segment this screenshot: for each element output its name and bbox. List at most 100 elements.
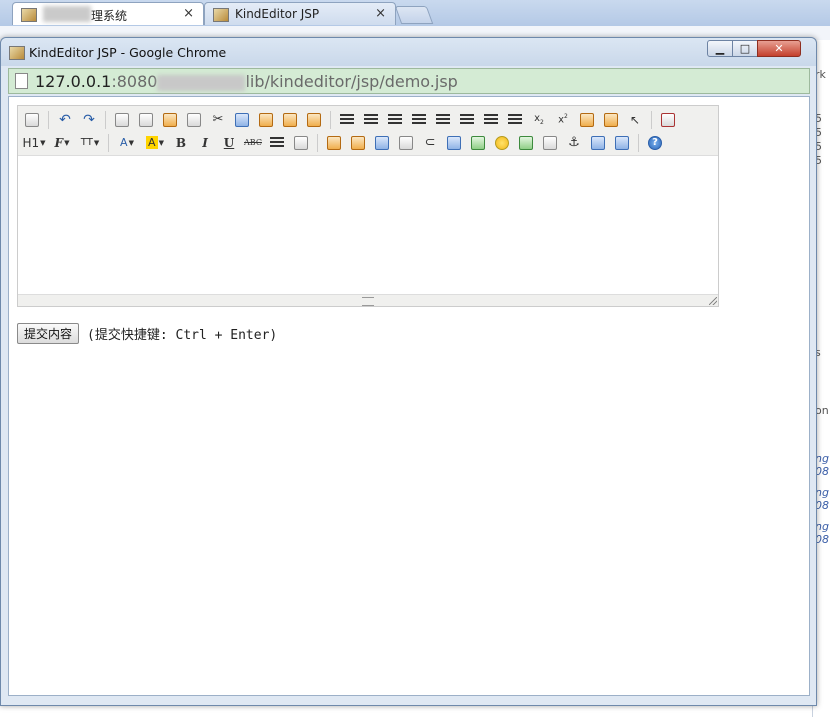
- subscript-icon[interactable]: x2: [529, 110, 549, 130]
- url-port: :8080: [111, 72, 158, 91]
- removeformat-icon[interactable]: [291, 133, 311, 153]
- toolbar-separator: [638, 133, 639, 152]
- maximize-button[interactable]: □: [732, 40, 758, 57]
- insertorderedlist-icon[interactable]: [433, 110, 453, 130]
- justifyfull-icon[interactable]: [409, 110, 429, 130]
- preview-icon[interactable]: [112, 110, 132, 130]
- fontsize-label: TT: [80, 137, 93, 148]
- italic-label: I: [202, 135, 208, 150]
- template-icon[interactable]: [160, 110, 180, 130]
- paste-icon[interactable]: [256, 110, 276, 130]
- toolbar-separator: [105, 110, 106, 129]
- page-fragment-link[interactable]: ng: [815, 520, 829, 533]
- media-icon[interactable]: [396, 133, 416, 153]
- bold-label: B: [175, 135, 187, 150]
- editor-content-area[interactable]: [18, 156, 718, 294]
- strikethrough-label: ABC: [244, 138, 262, 147]
- superscript-icon[interactable]: x2: [553, 110, 573, 130]
- italic-button[interactable]: I: [195, 133, 215, 153]
- resize-corner-icon[interactable]: [709, 297, 717, 305]
- editor-toolbar: ↶ ↷ ✂ x2 x2 ↖ H1 ▼ F ▼ TT ▼ A ▼ A ▼ B I …: [18, 106, 718, 156]
- background-tab-kindeditor[interactable]: KindEditor JSP ×: [204, 2, 396, 25]
- undo-icon[interactable]: ↶: [55, 110, 75, 130]
- cut-icon[interactable]: ✂: [208, 110, 228, 130]
- source-icon[interactable]: [22, 110, 42, 130]
- chevron-down-icon: ▼: [64, 138, 70, 147]
- pagebreak-icon[interactable]: [540, 133, 560, 153]
- print-icon[interactable]: [136, 110, 156, 130]
- unlink-icon[interactable]: [612, 133, 632, 153]
- plainpaste-icon[interactable]: [280, 110, 300, 130]
- popup-window: KindEditor JSP - Google Chrome ▁ □ ✕ 127…: [0, 37, 817, 706]
- clearhtml-icon[interactable]: [577, 110, 597, 130]
- outdent-icon[interactable]: [505, 110, 525, 130]
- insertfile-icon[interactable]: ⊂: [420, 133, 440, 153]
- submit-button[interactable]: 提交内容: [17, 322, 80, 344]
- quickformat-icon[interactable]: [601, 110, 621, 130]
- toolbar-separator: [48, 110, 49, 129]
- underline-label: U: [223, 135, 235, 150]
- justifycenter-icon[interactable]: [361, 110, 381, 130]
- new-tab-button[interactable]: [394, 6, 434, 24]
- page-fragment-link[interactable]: ng: [815, 486, 829, 499]
- submit-row: 提交内容 (提交快捷键: Ctrl + Enter): [17, 322, 277, 344]
- forecolor-label: A: [120, 136, 128, 149]
- background-tab-admin[interactable]: 理系统 ×: [12, 2, 204, 25]
- lineheight-icon[interactable]: [267, 133, 287, 153]
- forecolor-button[interactable]: A ▼: [115, 133, 139, 153]
- window-titlebar[interactable]: KindEditor JSP - Google Chrome ▁ □ ✕: [1, 38, 816, 66]
- anchor-icon[interactable]: ⚓: [564, 133, 584, 153]
- resize-grip-icon[interactable]: [362, 297, 374, 306]
- fontsize-button[interactable]: TT ▼: [78, 133, 102, 153]
- toolbar-row-1: ↶ ↷ ✂ x2 x2 ↖: [20, 108, 716, 131]
- hilitecolor-button[interactable]: A ▼: [143, 133, 167, 153]
- chevron-down-icon: ▼: [40, 138, 46, 147]
- address-bar[interactable]: 127.0.0.1:8080 lib/kindeditor/jsp/demo.js…: [8, 68, 810, 94]
- hr-icon[interactable]: [468, 133, 488, 153]
- code-icon[interactable]: [184, 110, 204, 130]
- insertunorderedlist-icon[interactable]: [457, 110, 477, 130]
- url-text: 127.0.0.1:8080 lib/kindeditor/jsp/demo.js…: [35, 72, 458, 91]
- hilitecolor-label: A: [146, 136, 158, 149]
- justifyleft-icon[interactable]: [337, 110, 357, 130]
- page-fragment-link[interactable]: 08: [815, 533, 829, 546]
- copy-icon[interactable]: [232, 110, 252, 130]
- tab-close-icon[interactable]: ×: [183, 6, 194, 21]
- formatblock-label: H1: [22, 135, 40, 150]
- editor-statusbar: [18, 294, 718, 306]
- bold-button[interactable]: B: [171, 133, 191, 153]
- window-title: KindEditor JSP - Google Chrome: [29, 45, 227, 60]
- flash-icon[interactable]: [372, 133, 392, 153]
- tab-close-icon[interactable]: ×: [375, 6, 386, 21]
- toolbar-separator: [330, 110, 331, 129]
- fullscreen-icon[interactable]: [658, 110, 678, 130]
- strikethrough-button[interactable]: ABC: [243, 133, 263, 153]
- underline-button[interactable]: U: [219, 133, 239, 153]
- page-fragment-link[interactable]: 08: [815, 465, 829, 478]
- page-fragment-link[interactable]: ng: [815, 452, 829, 465]
- formatblock-button[interactable]: H1 ▼: [22, 133, 46, 153]
- background-tabstrip: 理系统 × KindEditor JSP ×: [0, 0, 830, 27]
- favicon-icon: [213, 8, 229, 22]
- tab-label: 理系统: [91, 9, 128, 23]
- minimize-button[interactable]: ▁: [707, 40, 733, 57]
- fontname-button[interactable]: F ▼: [50, 133, 74, 153]
- justifyright-icon[interactable]: [385, 110, 405, 130]
- wordpaste-icon[interactable]: [304, 110, 324, 130]
- emoticons-icon[interactable]: [492, 133, 512, 153]
- close-button[interactable]: ✕: [757, 40, 801, 57]
- redo-icon[interactable]: ↷: [79, 110, 99, 130]
- tab-label: KindEditor JSP: [235, 7, 320, 21]
- page-content: ↶ ↷ ✂ x2 x2 ↖ H1 ▼ F ▼ TT ▼ A ▼ A ▼ B I …: [8, 96, 810, 696]
- help-icon[interactable]: ?: [645, 133, 665, 153]
- indent-icon[interactable]: [481, 110, 501, 130]
- shortcut-hint: (提交快捷键: Ctrl + Enter): [87, 327, 278, 343]
- toolbar-separator: [317, 133, 318, 152]
- selectall-icon[interactable]: ↖: [625, 110, 645, 130]
- multiimage-icon[interactable]: [348, 133, 368, 153]
- table-icon[interactable]: [444, 133, 464, 153]
- link-icon[interactable]: [588, 133, 608, 153]
- page-fragment-link[interactable]: 08: [815, 499, 829, 512]
- baidumap-icon[interactable]: [516, 133, 536, 153]
- image-icon[interactable]: [324, 133, 344, 153]
